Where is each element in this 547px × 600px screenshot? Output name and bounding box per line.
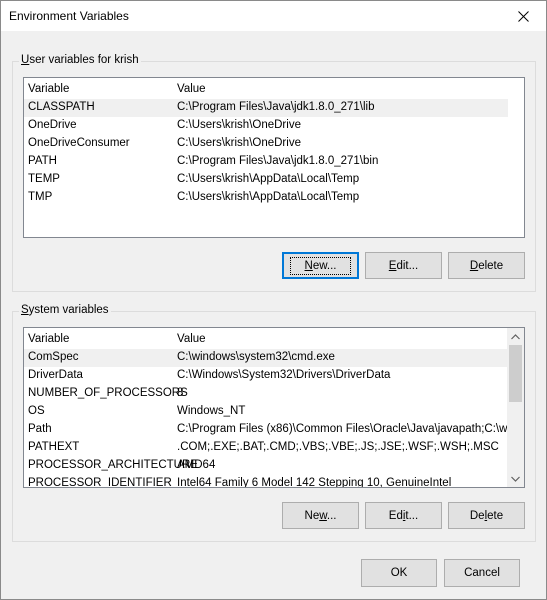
table-row[interactable]: PROCESSOR_IDENTIFIER Intel64 Family 6 Mo… (24, 475, 508, 487)
environment-variables-dialog: Environment Variables User variables for… (0, 0, 547, 600)
table-row[interactable]: TMP C:\Users\krish\AppData\Local\Temp (24, 189, 524, 207)
user-variables-label: User variables for krish (19, 54, 141, 66)
table-row[interactable]: OneDriveConsumer C:\Users\krish\OneDrive (24, 135, 524, 153)
column-header-variable[interactable]: Variable (28, 83, 69, 95)
scrollbar-thumb[interactable] (509, 345, 522, 402)
table-row[interactable]: PROCESSOR_ARCHITECTURE AMD64 (24, 457, 508, 475)
system-delete-button[interactable]: Delete (448, 502, 525, 529)
user-new-button[interactable]: New... (282, 252, 359, 279)
cancel-button[interactable]: Cancel (444, 559, 520, 587)
table-row[interactable]: PATHEXT .COM;.EXE;.BAT;.CMD;.VBS;.VBE;.J… (24, 439, 508, 457)
chevron-down-icon (511, 476, 520, 482)
list-header: Variable Value (24, 78, 524, 100)
table-row[interactable]: NUMBER_OF_PROCESSORS 8 (24, 385, 508, 403)
system-new-button[interactable]: New... (282, 502, 359, 529)
ok-button[interactable]: OK (361, 559, 437, 587)
vertical-scrollbar[interactable] (507, 328, 524, 487)
column-header-variable[interactable]: Variable (28, 333, 69, 345)
table-row[interactable]: CLASSPATH C:\Program Files\Java\jdk1.8.0… (24, 99, 508, 117)
close-button[interactable] (500, 1, 546, 31)
table-row[interactable]: DriverData C:\Windows\System32\Drivers\D… (24, 367, 508, 385)
chevron-up-icon (511, 333, 520, 339)
system-variables-list[interactable]: Variable Value ComSpec C:\windows\system… (23, 327, 525, 488)
user-edit-button[interactable]: Edit... (365, 252, 442, 279)
column-header-value[interactable]: Value (177, 83, 206, 95)
table-row[interactable]: TEMP C:\Users\krish\AppData\Local\Temp (24, 171, 524, 189)
list-header: Variable Value (24, 328, 507, 350)
user-delete-button[interactable]: Delete (448, 252, 525, 279)
table-row[interactable]: Path C:\Program Files (x86)\Common Files… (24, 421, 520, 439)
table-row[interactable]: OneDrive C:\Users\krish\OneDrive (24, 117, 524, 135)
table-row[interactable]: ComSpec C:\windows\system32\cmd.exe (24, 349, 508, 367)
window-title: Environment Variables (9, 9, 129, 23)
scroll-up-button[interactable] (507, 328, 524, 345)
column-header-value[interactable]: Value (177, 333, 206, 345)
user-variables-list[interactable]: Variable Value CLASSPATH C:\Program File… (23, 77, 525, 238)
scroll-down-button[interactable] (507, 470, 524, 487)
table-row[interactable]: PATH C:\Program Files\Java\jdk1.8.0_271\… (24, 153, 524, 171)
close-icon (517, 10, 529, 22)
table-row[interactable]: OS Windows_NT (24, 403, 508, 421)
system-edit-button[interactable]: Edit... (365, 502, 442, 529)
title-bar: Environment Variables (1, 1, 546, 31)
system-variables-label: System variables (19, 304, 111, 316)
